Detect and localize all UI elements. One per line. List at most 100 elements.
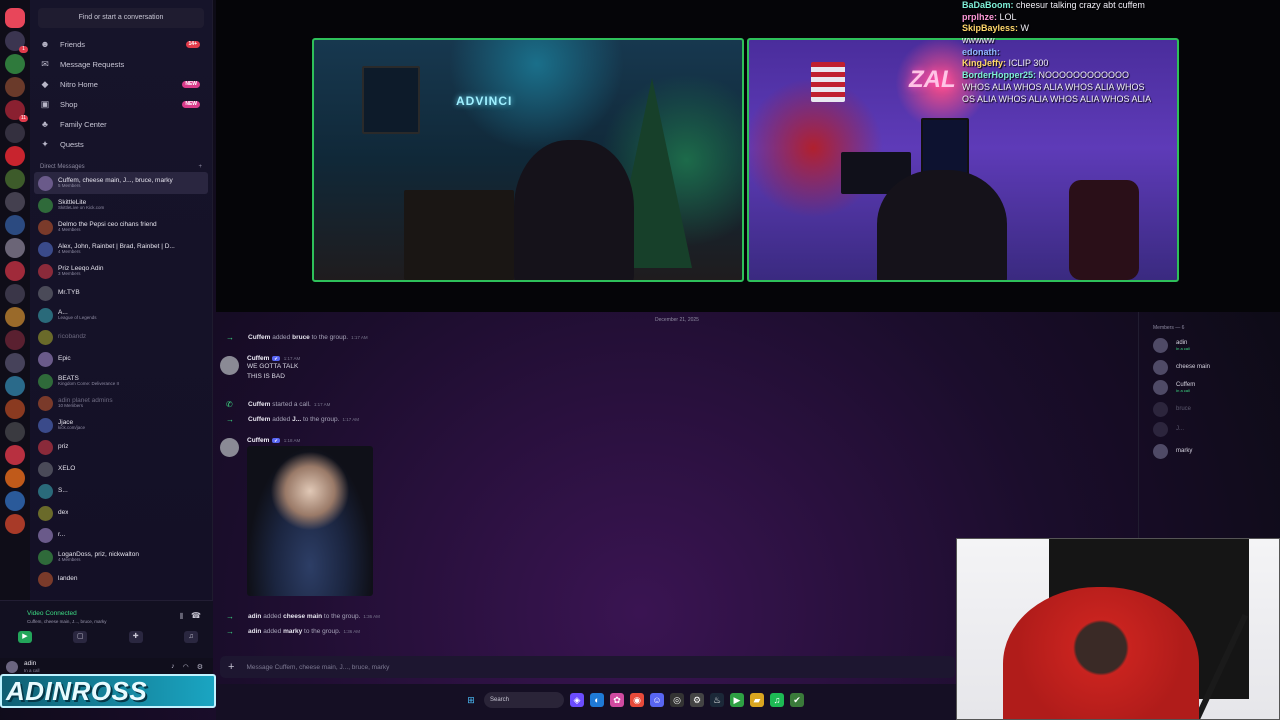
dm-item[interactable]: Epic [30, 348, 212, 370]
find-conversation-button[interactable]: Find or start a conversation [38, 8, 204, 28]
dm-name: priz [58, 443, 69, 451]
dm-item[interactable]: Jjace kick.com/jace [30, 414, 212, 436]
windows-start-icon[interactable]: ⊞ [464, 693, 478, 707]
create-dm-button[interactable]: + [198, 164, 202, 170]
dm-item[interactable]: Priz Leeqo Adin 3 Members [30, 260, 212, 282]
message-author[interactable]: Cuffem [247, 437, 269, 444]
avatar[interactable] [220, 438, 239, 457]
server-icon[interactable] [5, 215, 25, 235]
nav-item-nitro-home[interactable]: ◆ Nitro Home NEW [30, 74, 212, 94]
avatar [38, 351, 53, 367]
mentioned-user[interactable]: bruce [292, 334, 310, 341]
dm-item[interactable]: r... [30, 524, 212, 546]
server-icon[interactable] [5, 123, 25, 143]
server-icon[interactable] [5, 353, 25, 373]
screen-share-button[interactable]: ▢ [73, 631, 88, 643]
signal-icon[interactable]: ⦀ [179, 612, 183, 622]
discord-icon[interactable]: ☺ [650, 693, 664, 707]
server-icon[interactable] [5, 192, 25, 212]
microphone-icon[interactable]: ♪ [171, 663, 175, 671]
message-input[interactable] [246, 663, 847, 671]
server-icon[interactable] [5, 468, 25, 488]
server-icon[interactable]: 11 [5, 100, 28, 122]
message-author[interactable]: adin [248, 613, 261, 620]
member-item[interactable]: J... [1153, 422, 1184, 437]
server-icon[interactable] [5, 146, 25, 166]
member-item[interactable]: cheese main [1153, 360, 1210, 375]
server-icon[interactable] [5, 422, 25, 442]
message-author[interactable]: Cuffem [247, 355, 269, 362]
server-icon[interactable] [5, 261, 25, 281]
nav-item-shop[interactable]: ▣ Shop NEW [30, 94, 212, 114]
dm-item[interactable]: XELO [30, 458, 212, 480]
server-icon[interactable] [5, 238, 25, 258]
dm-item[interactable]: adin planet admins 10 Members [30, 392, 212, 414]
disconnect-icon[interactable]: ☎ [191, 611, 201, 620]
terminal-icon[interactable]: ▶ [730, 693, 744, 707]
avatar [38, 439, 53, 455]
server-icon[interactable] [5, 399, 25, 419]
camera-button[interactable]: ▶ [18, 631, 32, 643]
app-icon[interactable]: ✔ [790, 693, 804, 707]
server-icon[interactable] [5, 284, 25, 304]
server-icon[interactable] [5, 330, 25, 350]
message-author[interactable]: adin [248, 628, 261, 635]
gif-attachment[interactable] [247, 446, 373, 596]
dm-item[interactable]: S... [30, 480, 212, 502]
message-author[interactable]: Cuffem [248, 416, 270, 423]
obs-icon[interactable]: ◎ [670, 693, 684, 707]
server-icon[interactable] [5, 77, 25, 97]
dm-item[interactable]: Alex, John, Rainbet | Brad, Rainbet | D.… [30, 238, 212, 260]
nav-item-friends[interactable]: ☻ Friends 14+ [30, 34, 212, 54]
activities-button[interactable]: ✚ [128, 631, 143, 643]
steam-icon[interactable]: ♨ [710, 693, 724, 707]
settings-icon[interactable]: ⚙ [690, 693, 704, 707]
dm-item[interactable]: LoganDoss, priz, nickwalton 4 Members [30, 546, 212, 568]
dm-item[interactable]: priz [30, 436, 212, 458]
avatar[interactable] [6, 661, 18, 673]
video-tile[interactable]: ADVINCI [312, 38, 744, 282]
edge-icon[interactable]: ◐ [590, 693, 604, 707]
server-icon[interactable] [5, 514, 25, 534]
dm-item[interactable]: BEATS Kingdom Come: Deliverance II [30, 370, 212, 392]
dm-item[interactable]: ricobandz [30, 326, 212, 348]
dm-item[interactable]: landen [30, 568, 212, 590]
nav-item-message-requests[interactable]: ✉ Message Requests [30, 54, 212, 74]
message-author[interactable]: Cuffem [248, 401, 270, 408]
message-author[interactable]: Cuffem [248, 334, 270, 341]
nav-item-quests[interactable]: ✦ Quests [30, 134, 212, 154]
server-icon[interactable] [5, 376, 25, 396]
taskbar-search[interactable]: Search [484, 692, 564, 708]
server-icon[interactable] [5, 491, 25, 511]
copilot-icon[interactable]: ✿ [610, 693, 624, 707]
dm-item[interactable]: SkittleLite SkittleLive on Kick.com [30, 194, 212, 216]
mentioned-user[interactable]: cheese main [283, 613, 322, 620]
dm-item[interactable]: Mr.TYB [30, 282, 212, 304]
server-icon[interactable] [5, 54, 25, 74]
server-icon[interactable] [5, 307, 25, 327]
mentioned-user[interactable]: J... [292, 416, 301, 423]
member-item[interactable]: adin In a call [1153, 338, 1190, 353]
chrome-icon[interactable]: ◉ [630, 693, 644, 707]
spotify-icon[interactable]: ♫ [770, 693, 784, 707]
mentioned-user[interactable]: marky [283, 628, 302, 635]
server-icon[interactable] [5, 445, 25, 465]
gear-icon[interactable]: ⚙ [197, 663, 203, 671]
member-item[interactable]: marky [1153, 444, 1192, 459]
nav-item-family-center[interactable]: ♣ Family Center [30, 114, 212, 134]
folder-icon[interactable]: ▰ [750, 693, 764, 707]
member-item[interactable]: bruce [1153, 402, 1191, 417]
dm-item[interactable]: Delmo the Pepsi ceo cihans friend 4 Membe… [30, 216, 212, 238]
dm-item[interactable]: dex [30, 502, 212, 524]
widgets-icon[interactable]: ◈ [570, 693, 584, 707]
headphones-icon[interactable]: ◠ [183, 663, 189, 671]
dm-item[interactable]: A... League of Legends [30, 304, 212, 326]
member-item[interactable]: Cuffem In a call [1153, 380, 1195, 395]
server-icon[interactable] [5, 169, 25, 189]
server-icon[interactable]: 1 [5, 31, 28, 53]
dm-item[interactable]: Cuffem, cheese main, J..., bruce, marky 5… [34, 172, 208, 194]
discord-home-icon[interactable] [5, 8, 25, 28]
avatar[interactable] [220, 356, 239, 375]
attach-plus-icon[interactable]: + [228, 661, 234, 673]
soundboard-button[interactable]: ♫ [183, 631, 198, 643]
